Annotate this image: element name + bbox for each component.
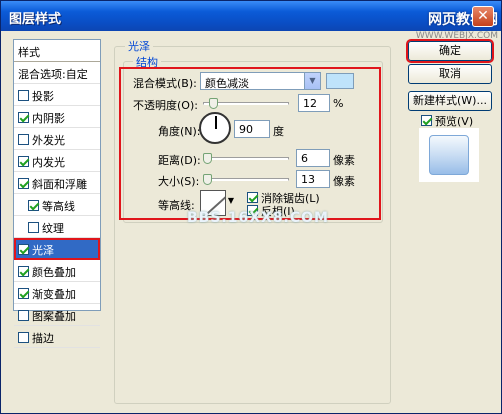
size-label: 大小(S): (158, 175, 200, 188)
window-title: 图层样式 (9, 12, 62, 27)
style-item-label: 颜色叠加 (32, 266, 76, 279)
style-item[interactable]: 内发光 (14, 150, 100, 172)
style-item-label: 图案叠加 (32, 310, 76, 323)
satin-color-swatch[interactable] (326, 73, 354, 89)
style-item-label: 斜面和浮雕 (32, 178, 87, 191)
distance-label: 距离(D): (158, 154, 201, 167)
style-item-label: 等高线 (42, 200, 75, 213)
style-item-label: 内发光 (32, 156, 65, 169)
new-style-button[interactable]: 新建样式(W)... (408, 91, 492, 111)
style-item-label: 外发光 (32, 134, 65, 147)
style-item-checkbox[interactable] (18, 266, 29, 277)
contour-chevron-icon[interactable]: ▼ (227, 194, 235, 208)
style-item[interactable]: 颜色叠加 (14, 260, 100, 282)
opacity-unit: % (333, 97, 344, 110)
style-item[interactable]: 渐变叠加 (14, 282, 100, 304)
blend-mode-select[interactable]: 颜色减淡 ▼ (200, 72, 321, 90)
style-item-label: 描边 (32, 332, 54, 345)
style-item-label: 内阴影 (32, 112, 65, 125)
style-item[interactable]: 纹理 (14, 216, 100, 238)
style-item-checkbox[interactable] (18, 288, 29, 299)
preview-option[interactable]: 预览(V) (421, 113, 473, 129)
blend-mode-value: 颜色减淡 (205, 77, 249, 90)
size-slider-track[interactable] (203, 178, 289, 181)
style-item-label: 光泽 (32, 244, 54, 257)
style-item[interactable]: 投影 (14, 84, 100, 106)
watermark-url: WWW.WEBJX.COM (415, 31, 498, 41)
distance-slider-thumb[interactable] (203, 153, 212, 164)
style-item[interactable]: 光泽 (14, 238, 100, 260)
chevron-down-icon[interactable]: ▼ (304, 73, 320, 89)
style-item-checkbox[interactable] (18, 156, 29, 167)
style-list-header[interactable]: 样式 (14, 40, 100, 62)
ok-button[interactable]: 确定 (406, 39, 494, 63)
style-item-checkbox[interactable] (28, 200, 39, 211)
angle-dial[interactable] (199, 112, 231, 144)
style-item-checkbox[interactable] (18, 310, 29, 321)
style-item[interactable]: 外发光 (14, 128, 100, 150)
size-unit: 像素 (333, 175, 355, 188)
opacity-input[interactable]: 12 (298, 94, 330, 112)
style-item-checkbox[interactable] (28, 222, 39, 233)
style-item-checkbox[interactable] (18, 178, 29, 189)
opacity-label: 不透明度(O): (133, 99, 198, 112)
angle-input[interactable]: 90 (234, 120, 270, 138)
cancel-button[interactable]: 取消 (408, 64, 492, 84)
distance-slider-track[interactable] (203, 157, 289, 160)
angle-dial-hand (215, 116, 217, 129)
style-item-label: 纹理 (42, 222, 64, 235)
distance-input[interactable]: 6 (296, 149, 330, 167)
blend-options-item[interactable]: 混合选项:自定 (14, 62, 100, 84)
style-item-checkbox[interactable] (18, 244, 29, 255)
opacity-slider-thumb[interactable] (209, 98, 219, 109)
style-item[interactable]: 图案叠加 (14, 304, 100, 326)
angle-label: 角度(N): (158, 125, 201, 138)
style-item-checkbox[interactable] (18, 332, 29, 343)
preview-label: 预览(V) (435, 115, 474, 128)
preview-thumbnail (429, 135, 469, 175)
distance-unit: 像素 (333, 154, 355, 167)
style-item-checkbox[interactable] (18, 90, 29, 101)
size-input[interactable]: 13 (296, 170, 330, 188)
title-bar[interactable]: 图层样式 网页教学网 WWW.WEBJX.COM ✕ (1, 1, 501, 41)
center-watermark: BBS.16XX8.COM (187, 210, 329, 226)
style-item[interactable]: 描边 (14, 326, 100, 348)
dialog-bottom-edge (1, 406, 501, 413)
style-item-label: 投影 (32, 90, 54, 103)
angle-unit: 度 (273, 125, 284, 138)
style-item[interactable]: 斜面和浮雕 (14, 172, 100, 194)
layer-style-dialog: 图层样式 网页教学网 WWW.WEBJX.COM ✕ 样式 混合选项:自定 投影… (0, 0, 502, 414)
satin-group-title: 光泽 (125, 38, 153, 54)
close-button[interactable]: ✕ (472, 6, 494, 27)
style-item[interactable]: 等高线 (14, 194, 100, 216)
antialias-checkbox[interactable] (247, 192, 258, 203)
style-list: 样式 混合选项:自定 投影内阴影外发光内发光斜面和浮雕等高线纹理光泽颜色叠加渐变… (13, 39, 101, 348)
style-item-checkbox[interactable] (18, 112, 29, 123)
size-slider-thumb[interactable] (203, 174, 212, 185)
preview-checkbox[interactable] (421, 115, 432, 126)
style-item[interactable]: 内阴影 (14, 106, 100, 128)
style-item-checkbox[interactable] (18, 134, 29, 145)
style-item-label: 渐变叠加 (32, 288, 76, 301)
blend-mode-label: 混合模式(B): (133, 77, 197, 90)
